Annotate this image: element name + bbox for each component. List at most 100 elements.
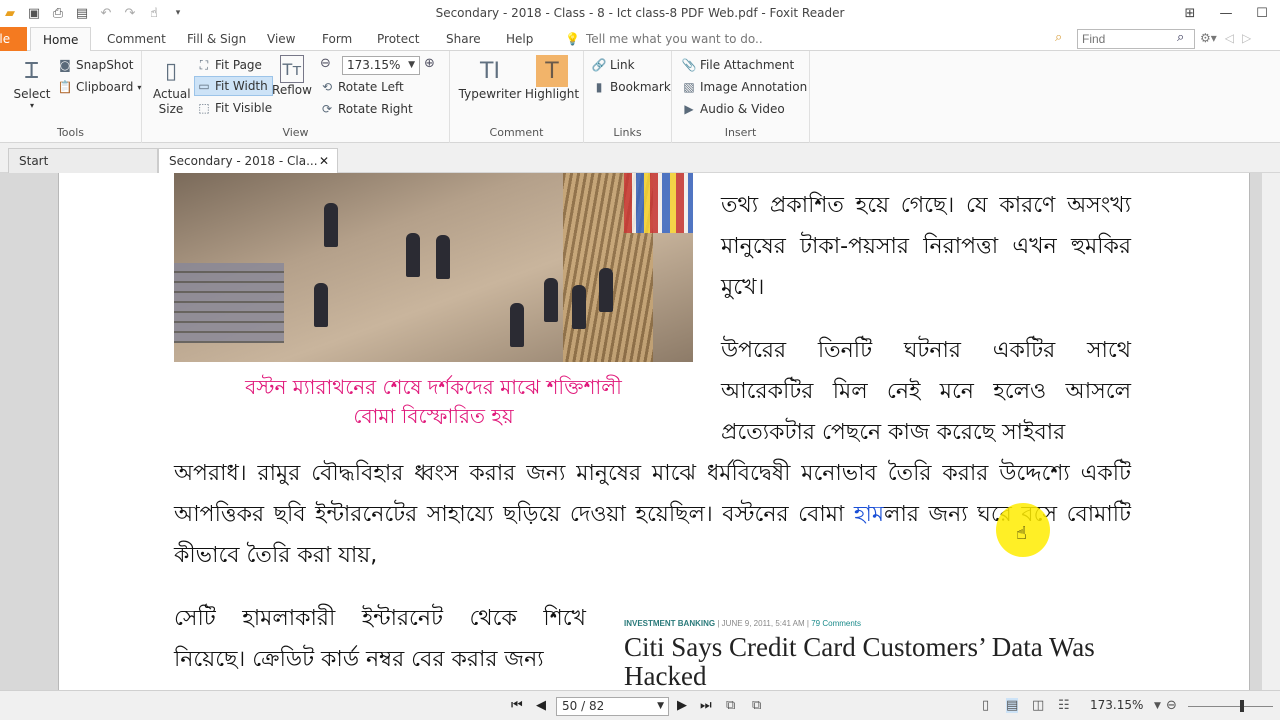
tab-form[interactable]: Form — [322, 27, 352, 51]
fit-page-button[interactable]: ⛶ Fit Page — [197, 55, 262, 75]
group-label-comment: Comment — [489, 126, 544, 139]
audio-video-button[interactable]: ▶ Audio & Video — [682, 99, 785, 119]
reflow-label: Reflow — [272, 83, 312, 97]
search-folder-icon[interactable]: ⌕ — [1055, 30, 1062, 45]
chevron-down-icon: ▾ — [29, 101, 34, 110]
settings-icon[interactable]: ⚙▾ — [1200, 31, 1217, 45]
highlight-label: Highlight — [524, 87, 580, 101]
continuous-facing-icon[interactable]: ☷ — [1058, 698, 1070, 713]
page-number-select[interactable]: 50 / 82 ▼ — [556, 697, 669, 716]
document-view[interactable]: বস্টন ম্যারাথনের শেষে দর্শকদের মাঝে শক্ত… — [0, 173, 1280, 690]
image-annotation-button[interactable]: ▧ Image Annotation — [682, 77, 807, 97]
group-tools: Ꮖ Select ▾ ◙ SnapShot 📋 Clipboard ▾ Tool… — [0, 51, 142, 143]
snapshot-button[interactable]: ◙ SnapShot — [58, 55, 133, 75]
single-page-icon[interactable]: ▯ — [982, 698, 989, 713]
last-page-icon[interactable]: ⏭ — [700, 698, 712, 713]
photo-person — [544, 278, 558, 322]
chevron-down-icon: ▼ — [408, 60, 415, 70]
tab-current-label: Secondary - 2018 - Cla... — [169, 154, 318, 168]
chevron-down-icon: ▾ — [137, 82, 142, 92]
zoom-select[interactable]: 173.15% ▼ — [342, 56, 420, 75]
page-icon: ▯ — [164, 58, 178, 84]
typewriter-button[interactable]: TI Typewriter — [458, 55, 522, 102]
select-button[interactable]: Ꮖ Select ▾ — [13, 55, 50, 111]
foxit-reader-window: ▰ ▣ ⎙ ▤ ↶ ↷ ☝ ▾ Secondary - 2018 - Class… — [0, 0, 1280, 720]
fit-visible-button[interactable]: ⬚ Fit Visible — [197, 98, 272, 118]
snapshot-label: SnapShot — [76, 58, 134, 72]
zoom-in-icon[interactable]: ⊕ — [424, 56, 435, 71]
fit-visible-icon: ⬚ — [198, 101, 210, 115]
zoom-slider-knob[interactable] — [1240, 700, 1244, 712]
bookmark-icon: ▮ — [595, 80, 603, 94]
window-controls: ⊞ — ☐ — [1172, 0, 1280, 26]
fit-width-icon: ▭ — [198, 79, 210, 93]
boston-marathon-photo — [174, 173, 693, 362]
maximize-button[interactable]: ☐ — [1244, 0, 1280, 26]
tab-home[interactable]: Home — [30, 27, 92, 52]
audio-video-label: Audio & Video — [700, 102, 785, 116]
file-tab[interactable]: File — [0, 27, 27, 51]
rotate-right-button[interactable]: ⟳ Rotate Right — [320, 99, 413, 119]
fit-width-button[interactable]: ▭ Fit Width — [194, 76, 273, 96]
news-headline: Citi Says Credit Card Customers’ Data Wa… — [624, 632, 1095, 691]
file-attachment-label: File Attachment — [700, 58, 795, 72]
next-result-icon[interactable]: ▷ — [1242, 31, 1251, 45]
highlight-button[interactable]: T Highlight — [524, 55, 580, 101]
facing-page-icon[interactable]: ◫ — [1032, 698, 1044, 713]
next-view-icon[interactable]: ⧉ — [752, 698, 761, 713]
first-page-icon[interactable]: ⏮ — [511, 698, 523, 713]
group-view: ▯ Actual Size ⛶ Fit Page ▭ Fit Width ⬚ F… — [142, 51, 450, 143]
caption-line-1: বস্টন ম্যারাথনের শেষে দর্শকদের মাঝে শক্ত… — [245, 375, 622, 399]
zoom-out-icon[interactable]: ⊖ — [320, 56, 331, 71]
previous-view-icon[interactable]: ⧉ — [726, 698, 735, 713]
tab-fill-sign[interactable]: Fill & Sign — [187, 27, 246, 51]
continuous-page-icon[interactable]: ▤ — [1006, 698, 1019, 713]
fit-page-icon: ⛶ — [199, 57, 209, 72]
fit-page-label: Fit Page — [215, 58, 262, 72]
link-button[interactable]: 🔗 Link — [592, 55, 635, 75]
rotate-left-label: Rotate Left — [338, 80, 404, 94]
zoom-value: 173.15% — [347, 58, 401, 72]
tab-current-document[interactable]: Secondary - 2018 - Cla... ✕ — [158, 148, 338, 173]
clipboard-label: Clipboard — [76, 80, 134, 94]
bookmark-button[interactable]: ▮ Bookmark — [592, 77, 671, 97]
clipboard-icon: 📋 — [57, 80, 73, 94]
actual-size-button[interactable]: ▯ Actual Size — [152, 55, 191, 117]
typewriter-label: Typewriter — [458, 87, 522, 101]
previous-page-icon[interactable]: ◀ — [536, 698, 546, 713]
window-title: Secondary - 2018 - Class - 8 - Ict class… — [435, 6, 845, 20]
rotate-left-button[interactable]: ⟲ Rotate Left — [320, 77, 404, 97]
chevron-down-icon: ▼ — [657, 701, 664, 711]
group-label-insert: Insert — [724, 126, 757, 139]
zoom-out-icon[interactable]: ⊖ — [1166, 698, 1177, 713]
tab-help[interactable]: Help — [506, 27, 533, 51]
tab-comment[interactable]: Comment — [107, 27, 166, 51]
zoom-slider[interactable] — [1188, 700, 1273, 712]
ribbon-tabs: File Home Comment Fill & Sign View Form … — [0, 27, 1280, 52]
tab-protect[interactable]: Protect — [377, 27, 419, 51]
tab-view[interactable]: View — [267, 27, 295, 51]
reflow-icon: Tт — [280, 55, 304, 83]
reflow-button[interactable]: Tт Reflow — [272, 55, 312, 97]
search-icon[interactable]: ⌕ — [1177, 30, 1184, 45]
next-page-icon[interactable]: ▶ — [677, 698, 687, 713]
caption-line-2: বোমা বিস্ফোরিত হয় — [353, 404, 514, 428]
prev-result-icon[interactable]: ◁ — [1225, 31, 1234, 45]
restore-ribbon-icon[interactable]: ⊞ — [1172, 0, 1208, 26]
minimize-button[interactable]: — — [1208, 0, 1244, 26]
tell-me-box[interactable]: 💡 Tell me what you want to do.. — [565, 27, 763, 51]
pdf-page[interactable]: বস্টন ম্যারাথনের শেষে দর্শকদের মাঝে শক্ত… — [58, 173, 1250, 690]
close-icon[interactable]: ✕ — [319, 149, 329, 173]
tab-share[interactable]: Share — [446, 27, 481, 51]
clipboard-button[interactable]: 📋 Clipboard ▾ — [57, 77, 142, 97]
news-meta: INVESTMENT BANKING | JUNE 9, 2011, 5:41 … — [624, 619, 861, 628]
group-label-view: View — [282, 126, 309, 139]
actual-size-label: Actual Size — [153, 87, 191, 116]
photo-person — [572, 285, 586, 329]
file-attachment-button[interactable]: 📎 File Attachment — [682, 55, 795, 75]
chevron-down-icon[interactable]: ▼ — [1154, 701, 1161, 711]
vertical-scrollbar[interactable] — [1262, 173, 1280, 690]
tab-start[interactable]: Start — [8, 148, 158, 173]
media-icon: ▶ — [684, 102, 694, 116]
paragraph-right-1: তথ্য প্রকাশিত হয়ে গেছে। যে কারণে অসংখ্য… — [721, 193, 1131, 300]
